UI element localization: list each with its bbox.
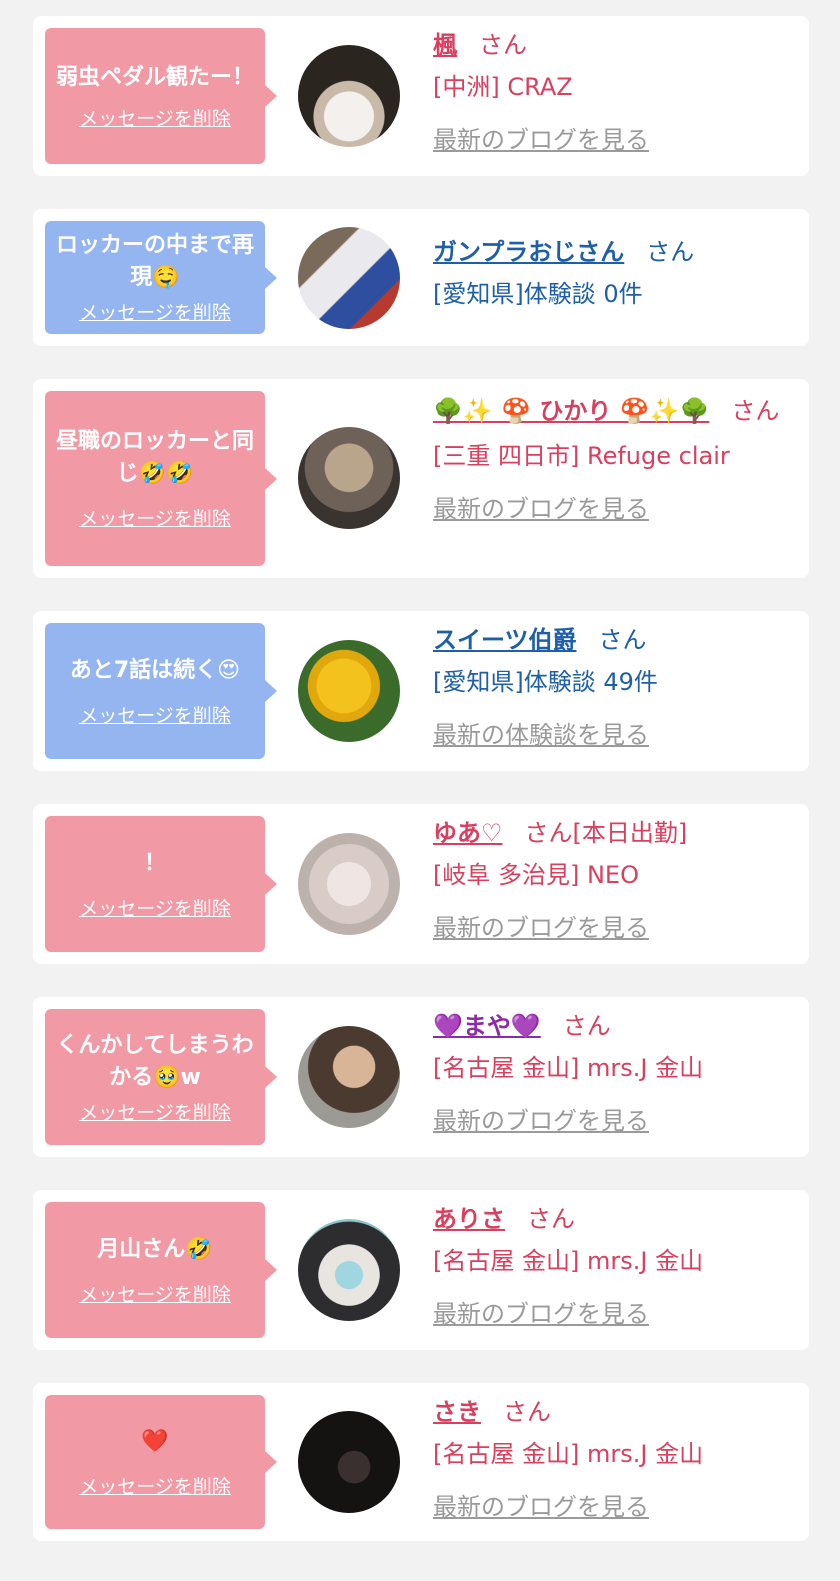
shop-label: [三重 四日市] Refuge clair	[433, 442, 730, 470]
delete-message-link[interactable]: メッセージを削除	[79, 701, 231, 728]
honorific: さん	[527, 1205, 575, 1233]
sender-info: スイーツ伯爵 さん [愛知県]体験談 49件 最新の体験談を見る	[433, 623, 795, 750]
sender-info: 楓さん [中洲] CRAZ 最新のブログを見る	[433, 28, 795, 155]
sender-name-link[interactable]: ありさ	[433, 1205, 505, 1233]
delete-message-link[interactable]: メッセージを削除	[79, 1098, 231, 1125]
sender-info: 🌳✨ 🍄 ひかり 🍄✨🌳 さん [三重 四日市] Refuge clair 最新の…	[433, 391, 795, 524]
message-card: 昼職のロッカーと同じ🤣🤣 メッセージを削除 🌳✨ 🍄 ひかり 🍄✨🌳 さん [三重…	[33, 379, 809, 578]
sender-name-link[interactable]: ゆあ♡	[433, 819, 503, 847]
latest-blog-link[interactable]: 最新のブログを見る	[433, 120, 649, 155]
sender-info: さき さん [名古屋 金山] mrs.J 金山 最新のブログを見る	[433, 1395, 795, 1522]
shop-label: [名古屋 金山] mrs.J 金山	[433, 1440, 704, 1468]
honorific: さん	[479, 31, 527, 59]
shop-label: [愛知県]体験談 0件	[433, 280, 643, 308]
sender-info: 💜まや💜 さん [名古屋 金山] mrs.J 金山 最新のブログを見る	[433, 1009, 795, 1136]
avatar[interactable]	[298, 640, 400, 742]
delete-message-link[interactable]: メッセージを削除	[79, 504, 231, 531]
latest-blog-link[interactable]: 最新のブログを見る	[433, 489, 649, 524]
sender-info: ガンプラおじさん さん [愛知県]体験談 0件	[433, 235, 795, 311]
message-text: 昼職のロッカーと同じ🤣🤣	[55, 429, 254, 486]
message-bubble: あと7話は続く😍 メッセージを削除	[45, 623, 277, 759]
sender-name-link[interactable]: さき	[433, 1398, 481, 1426]
latest-blog-link[interactable]: 最新のブログを見る	[433, 1487, 649, 1522]
message-list: 弱虫ペダル観たー！ メッセージを削除 楓さん [中洲] CRAZ 最新のブログを…	[0, 0, 840, 1581]
sender-name-link[interactable]: 🌳✨ 🍄 ひかり 🍄✨🌳	[433, 397, 709, 425]
message-bubble: ！ メッセージを削除	[45, 816, 277, 952]
sender-name-link[interactable]: 💜まや💜	[433, 1012, 541, 1040]
latest-blog-link[interactable]: 最新のブログを見る	[433, 1101, 649, 1136]
sender-name-link[interactable]: 楓	[433, 31, 457, 59]
honorific: さん	[598, 626, 647, 654]
message-bubble: 昼職のロッカーと同じ🤣🤣 メッセージを削除	[45, 391, 277, 566]
avatar[interactable]	[298, 227, 400, 329]
delete-message-link[interactable]: メッセージを削除	[79, 1472, 231, 1499]
honorific: さん	[646, 238, 695, 266]
honorific: さん	[562, 1012, 611, 1040]
message-bubble: ロッカーの中まで再現🤤 メッセージを削除	[45, 221, 277, 334]
sender-info: ありさ さん [名古屋 金山] mrs.J 金山 最新のブログを見る	[433, 1202, 795, 1329]
message-bubble: 弱虫ペダル観たー！ メッセージを削除	[45, 28, 277, 164]
latest-blog-link[interactable]: 最新のブログを見る	[433, 1294, 649, 1329]
delete-message-link[interactable]: メッセージを削除	[79, 1280, 231, 1307]
latest-blog-link[interactable]: 最新のブログを見る	[433, 908, 649, 943]
message-text: あと7話は続く😍	[69, 657, 241, 683]
message-text: ロッカーの中まで再現🤤	[55, 233, 254, 290]
honorific: さん	[731, 397, 780, 425]
latest-review-link[interactable]: 最新の体験談を見る	[433, 715, 649, 750]
message-card: くんかしてしまうわかる🥹w メッセージを削除 💜まや💜 さん [名古屋 金山] m…	[33, 997, 809, 1157]
shop-label: [岐阜 多治見] NEO	[433, 861, 639, 889]
shop-label: [名古屋 金山] mrs.J 金山	[433, 1054, 704, 1082]
message-card: ❤️ メッセージを削除 さき さん [名古屋 金山] mrs.J 金山 最新のブロ…	[33, 1383, 809, 1541]
message-text: ❤️	[141, 1428, 169, 1454]
sender-info: ゆあ♡ さん[本日出勤] [岐阜 多治見] NEO 最新のブログを見る	[433, 816, 795, 943]
shop-label: [名古屋 金山] mrs.J 金山	[433, 1247, 704, 1275]
message-text: ！	[143, 850, 166, 876]
shop-label: [愛知県]体験談 49件	[433, 668, 658, 696]
message-card: ！ メッセージを削除 ゆあ♡ さん[本日出勤] [岐阜 多治見] NEO 最新のブ…	[33, 804, 809, 964]
sender-name-link[interactable]: スイーツ伯爵	[433, 626, 577, 654]
shop-label: [中洲] CRAZ	[433, 73, 573, 101]
avatar[interactable]	[298, 833, 400, 935]
message-bubble: 月山さん🤣 メッセージを削除	[45, 1202, 277, 1338]
message-text: 弱虫ペダル観たー！	[55, 64, 254, 90]
honorific: さん[本日出勤]	[524, 819, 688, 847]
avatar[interactable]	[298, 427, 400, 529]
delete-message-link[interactable]: メッセージを削除	[79, 104, 231, 131]
delete-message-link[interactable]: メッセージを削除	[79, 298, 231, 325]
message-card: ロッカーの中まで再現🤤 メッセージを削除 ガンプラおじさん さん [愛知県]体験談…	[33, 209, 809, 346]
sender-name-link[interactable]: ガンプラおじさん	[433, 238, 624, 266]
avatar[interactable]	[298, 45, 400, 147]
message-card: あと7話は続く😍 メッセージを削除 スイーツ伯爵 さん [愛知県]体験談 49件 …	[33, 611, 809, 771]
message-text: 月山さん🤣	[97, 1236, 213, 1262]
avatar[interactable]	[298, 1026, 400, 1128]
message-bubble: くんかしてしまうわかる🥹w メッセージを削除	[45, 1009, 277, 1145]
message-card: 弱虫ペダル観たー！ メッセージを削除 楓さん [中洲] CRAZ 最新のブログを…	[33, 16, 809, 176]
honorific: さん	[503, 1398, 551, 1426]
message-bubble: ❤️ メッセージを削除	[45, 1395, 277, 1529]
message-card: 月山さん🤣 メッセージを削除 ありさ さん [名古屋 金山] mrs.J 金山 最…	[33, 1190, 809, 1350]
avatar[interactable]	[298, 1411, 400, 1513]
avatar[interactable]	[298, 1219, 400, 1321]
message-text: くんかしてしまうわかる🥹w	[56, 1032, 254, 1090]
delete-message-link[interactable]: メッセージを削除	[79, 894, 231, 921]
